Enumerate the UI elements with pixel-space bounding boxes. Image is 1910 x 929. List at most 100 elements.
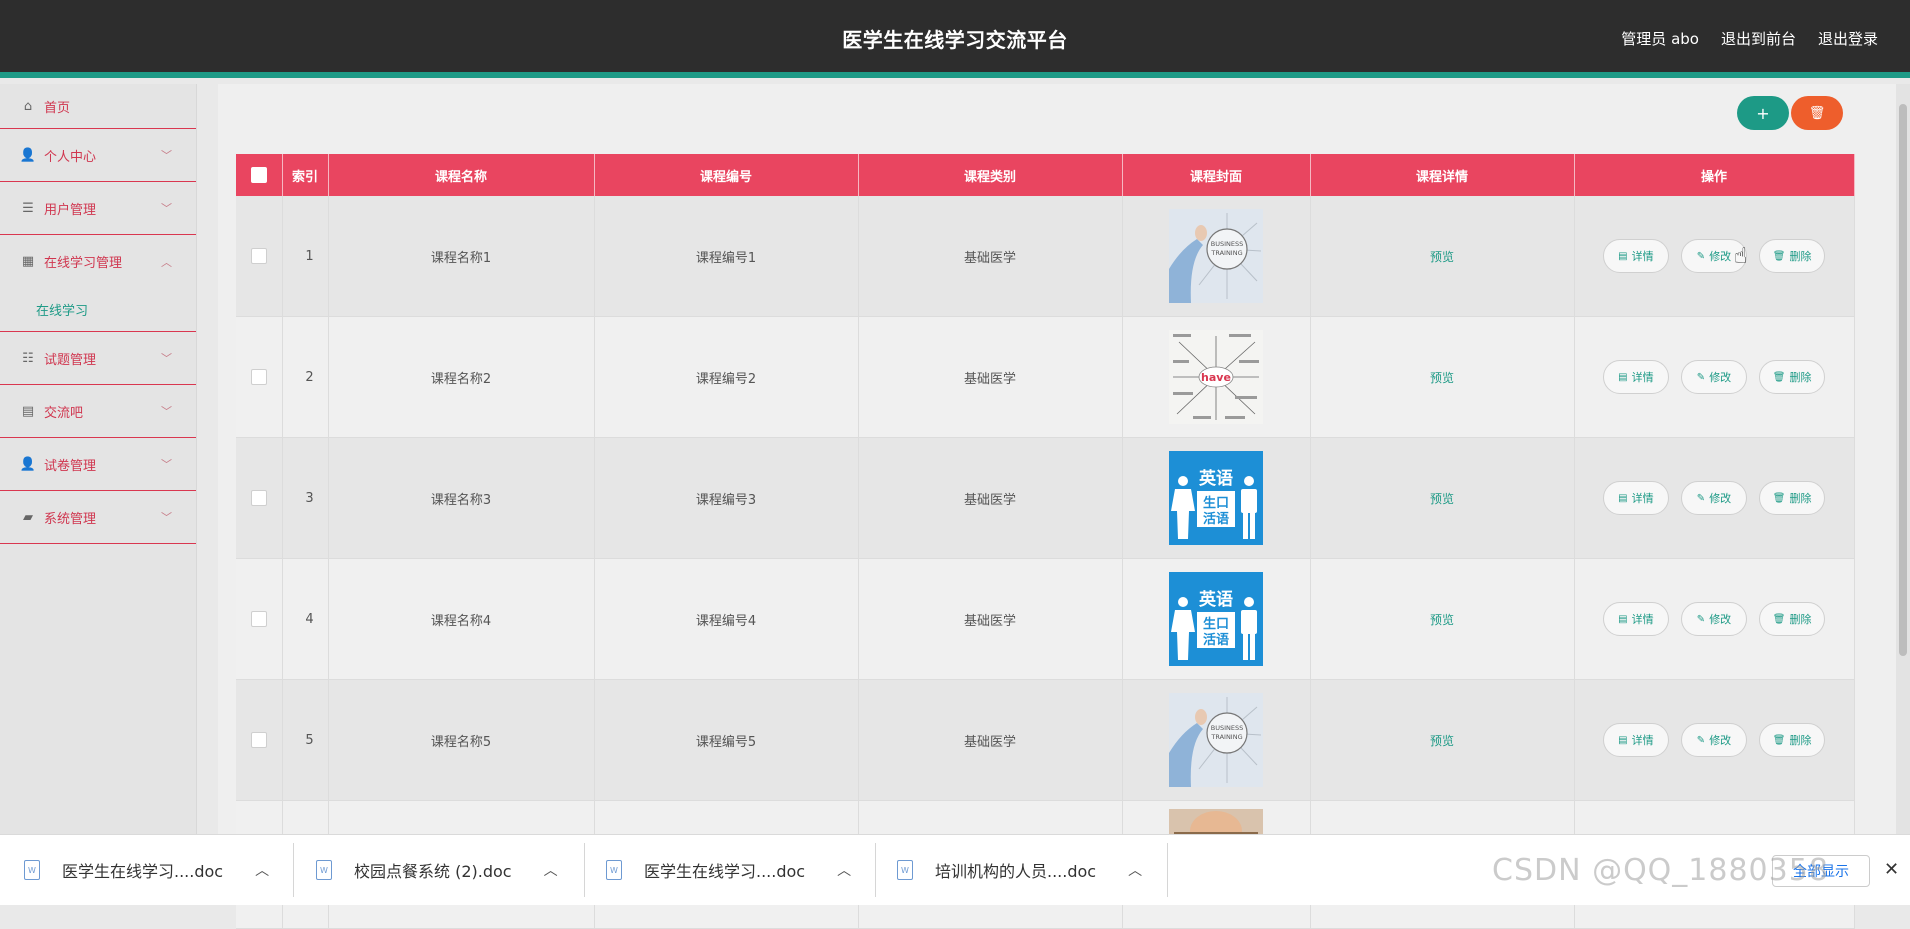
sidebar-item-user-management[interactable]: ☰ 用户管理 ﹀	[0, 182, 196, 235]
course-cover-image: have	[1169, 330, 1263, 424]
course-detail-cell: 预览	[1310, 196, 1575, 317]
delete-button[interactable]: 🗑 删除	[1759, 360, 1826, 394]
course-category-cell: 基础医学	[858, 679, 1123, 801]
svg-text:英语: 英语	[1199, 468, 1233, 489]
download-item[interactable]: W 培训机构的人员....doc ︿	[897, 835, 1142, 905]
course-code-cell: 课程编号4	[594, 558, 859, 680]
row-checkbox[interactable]	[250, 490, 267, 506]
course-code-cell: 课程编号2	[594, 316, 859, 438]
grid-icon: ▦	[21, 254, 35, 269]
svg-text:TRAINING: TRAINING	[1210, 249, 1242, 257]
row-index: 3	[282, 437, 329, 559]
row-checkbox[interactable]	[250, 732, 267, 748]
sidebar-item-forum[interactable]: ▤ 交流吧 ﹀	[0, 385, 196, 438]
column-header-course-name: 课程名称	[328, 154, 595, 196]
sidebar-item-online-learning-management[interactable]: ▦ 在线学习管理 ︿	[0, 235, 196, 288]
download-item[interactable]: W 校园点餐系统 (2).doc ︿	[316, 835, 558, 905]
edit-button[interactable]: ✎ 修改	[1681, 723, 1747, 757]
course-cover-cell: BUSINESS TRAINING	[1122, 679, 1311, 801]
edit-button[interactable]: ✎ 修改	[1681, 360, 1747, 394]
table-row: 4 课程名称4 课程编号4 基础医学 英语 生口 活语 预览 ▤ 详情 ✎ 修改…	[236, 558, 1855, 680]
sidebar-item-personal-center[interactable]: 👤 个人中心 ﹀	[0, 129, 196, 182]
sidebar-item-home[interactable]: ⌂ 首页	[0, 84, 196, 129]
delete-button[interactable]: 🗑 删除	[1759, 481, 1826, 515]
download-item[interactable]: W 医学生在线学习....doc ︿	[24, 835, 269, 905]
chevron-up-icon[interactable]: ︿	[544, 860, 558, 880]
course-name-cell: 课程名称2	[328, 316, 595, 438]
chevron-up-icon[interactable]: ︿	[255, 860, 269, 880]
sidebar-item-question-management[interactable]: ☷ 试题管理 ﹀	[0, 332, 196, 385]
pencil-icon: ✎	[1696, 371, 1706, 383]
detail-button[interactable]: ▤ 详情	[1602, 360, 1669, 394]
sidebar-subitem-online-learning[interactable]: 在线学习	[0, 288, 196, 332]
edit-button[interactable]: ✎ 修改	[1681, 481, 1747, 515]
chevron-down-icon: ﹀	[161, 458, 172, 471]
detail-button[interactable]: ▤ 详情	[1602, 481, 1669, 515]
pencil-icon: ✎	[1696, 492, 1706, 504]
detail-button[interactable]: ▤ 详情	[1602, 239, 1669, 273]
close-icon[interactable]: ✕	[1884, 859, 1899, 880]
delete-button[interactable]: 🗑 删除	[1759, 723, 1826, 757]
select-all-cell	[236, 154, 283, 196]
preview-link[interactable]: 预览	[1430, 250, 1454, 264]
top-actions: 管理员 abo 退出到前台 退出登录	[1621, 28, 1878, 49]
doc-file-icon: W	[24, 860, 40, 880]
doc-icon: ▤	[1618, 492, 1628, 504]
detail-button[interactable]: ▤ 详情	[1602, 602, 1669, 636]
row-checkbox[interactable]	[250, 611, 267, 627]
download-item[interactable]: W 医学生在线学习....doc ︿	[606, 835, 851, 905]
preview-link[interactable]: 预览	[1430, 371, 1454, 385]
course-name-cell: 课程名称1	[328, 196, 595, 317]
preview-link[interactable]: 预览	[1430, 613, 1454, 627]
row-checkbox[interactable]	[250, 369, 267, 385]
column-header-index: 索引	[282, 154, 329, 196]
add-button[interactable]: +	[1737, 96, 1789, 130]
current-user-label: 管理员 abo	[1621, 30, 1699, 48]
svg-text:TRAINING: TRAINING	[1210, 733, 1242, 741]
svg-text:活语: 活语	[1203, 511, 1229, 527]
back-to-front-link[interactable]: 退出到前台	[1721, 28, 1796, 49]
scrollbar-thumb[interactable]	[1899, 104, 1907, 656]
actions-cell: ▤ 详情 ✎ 修改 🗑 删除	[1574, 679, 1855, 801]
row-index: 1	[282, 196, 329, 317]
course-cover-image: BUSINESS TRAINING	[1169, 693, 1263, 787]
edit-button[interactable]: ✎ 修改	[1681, 602, 1747, 636]
show-all-downloads-button[interactable]: 全部显示	[1772, 855, 1870, 887]
sidebar-item-label: 试题管理	[44, 352, 97, 368]
delete-button[interactable]: 🗑 删除	[1759, 239, 1826, 273]
detail-button[interactable]: ▤ 详情	[1602, 723, 1669, 757]
chevron-down-icon: ﹀	[161, 352, 172, 365]
sidebar-item-label: 首页	[44, 100, 71, 116]
course-cover-cell: 英语 生口 活语	[1122, 437, 1311, 559]
course-name-cell: 课程名称3	[328, 437, 595, 559]
chevron-down-icon: ﹀	[161, 149, 172, 162]
chevron-up-icon: ︿	[161, 255, 172, 269]
batch-delete-button[interactable]: 🗑	[1791, 96, 1843, 130]
course-cover-image: BUSINESS TRAINING	[1169, 209, 1263, 303]
logout-link[interactable]: 退出登录	[1818, 28, 1878, 49]
downloads-bar: W 医学生在线学习....doc ︿ W 校园点餐系统 (2).doc ︿ W …	[0, 834, 1910, 905]
select-all-checkbox[interactable]	[250, 167, 267, 183]
doc-icon: ▤	[1618, 613, 1628, 625]
table-row: 2 课程名称2 课程编号2 基础医学 have 预览 ▤ 详情 ✎ 修改 🗑 删…	[236, 316, 1855, 438]
preview-link[interactable]: 预览	[1430, 734, 1454, 748]
doc-file-icon: W	[897, 860, 913, 880]
pencil-icon: ✎	[1696, 250, 1706, 262]
sidebar-item-exam-management[interactable]: 👤 试卷管理 ﹀	[0, 438, 196, 491]
row-checkbox[interactable]	[250, 248, 267, 264]
divider	[875, 843, 876, 897]
actions-cell: ▤ 详情 ✎ 修改 🗑 删除	[1574, 558, 1855, 680]
preview-link[interactable]: 预览	[1430, 492, 1454, 506]
svg-text:生口: 生口	[1203, 616, 1229, 632]
sidebar: ⌂ 首页 👤 个人中心 ﹀ ☰ 用户管理 ﹀ ▦ 在线学习管理 ︿ 在线学习 ☷…	[0, 84, 197, 834]
course-category-cell: 基础医学	[858, 196, 1123, 317]
svg-text:BUSINESS: BUSINESS	[1211, 724, 1243, 732]
sidebar-item-system-management[interactable]: ▰ 系统管理 ﹀	[0, 491, 196, 544]
svg-text:生口: 生口	[1203, 495, 1229, 511]
chevron-up-icon[interactable]: ︿	[837, 860, 851, 880]
course-detail-cell: 预览	[1310, 437, 1575, 559]
row-index: 5	[282, 679, 329, 801]
course-cover-cell: 英语 生口 活语	[1122, 558, 1311, 680]
delete-button[interactable]: 🗑 删除	[1759, 602, 1826, 636]
chevron-up-icon[interactable]: ︿	[1128, 860, 1142, 880]
